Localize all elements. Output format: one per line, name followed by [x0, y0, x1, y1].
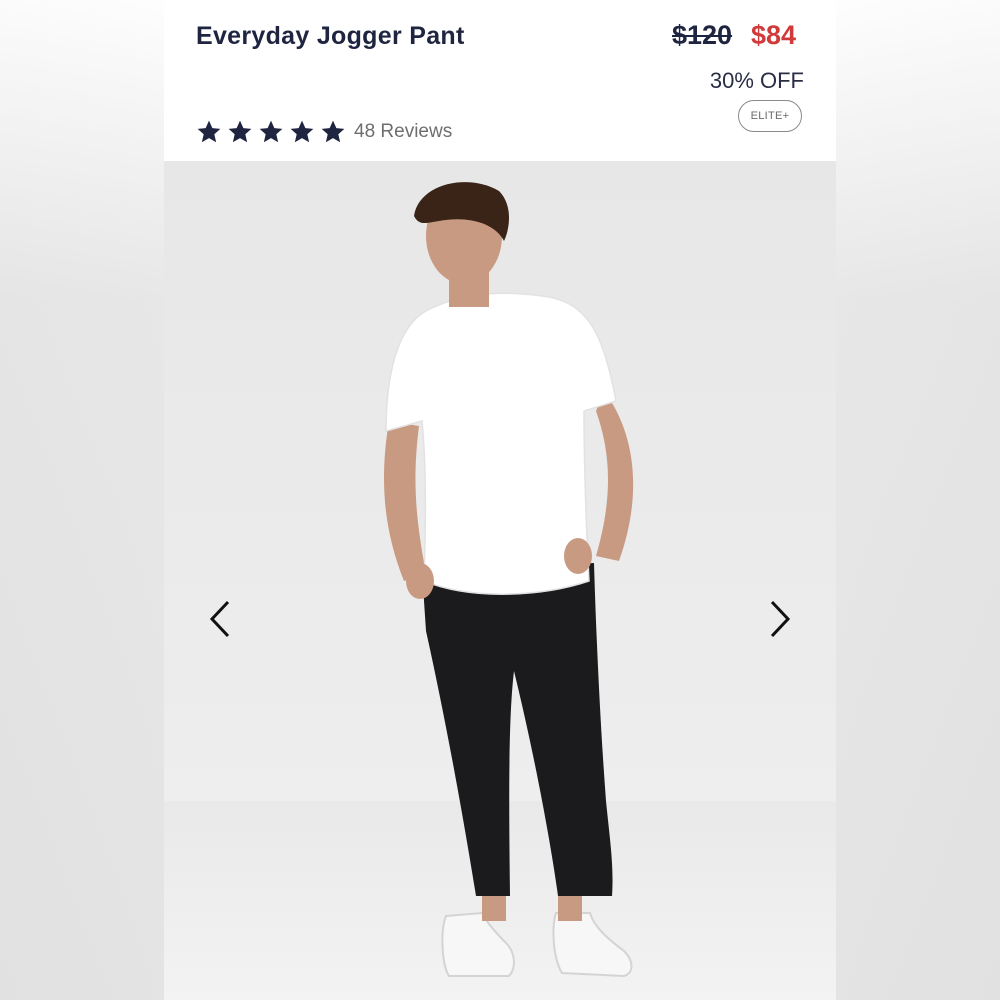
star-icon: [321, 120, 345, 143]
product-title: Everyday Jogger Pant: [196, 22, 465, 50]
rating[interactable]: 48 Reviews: [196, 119, 452, 145]
star-icon: [259, 120, 283, 143]
star-icon: [197, 120, 221, 143]
reviews-link[interactable]: 48 Reviews: [354, 121, 452, 143]
sale-price: $84: [751, 20, 797, 50]
product-screen: Everyday Jogger Pant $120 $84 30% OFF EL…: [164, 0, 836, 1000]
original-price: $120: [672, 20, 733, 50]
background-blur-right: [836, 0, 1000, 1000]
background-blur-left: [0, 0, 164, 1000]
product-header: Everyday Jogger Pant $120 $84 30% OFF EL…: [164, 0, 836, 161]
chevron-left-icon[interactable]: [202, 598, 238, 640]
star-icon: [290, 120, 314, 143]
elite-badge[interactable]: ELITE+: [738, 100, 802, 132]
star-icon: [228, 120, 252, 143]
discount-label: 30% OFF: [709, 68, 804, 93]
chevron-right-icon[interactable]: [762, 598, 798, 640]
model-illustration: [164, 182, 836, 1000]
product-image[interactable]: [164, 161, 836, 1000]
star-rating: [196, 119, 346, 145]
